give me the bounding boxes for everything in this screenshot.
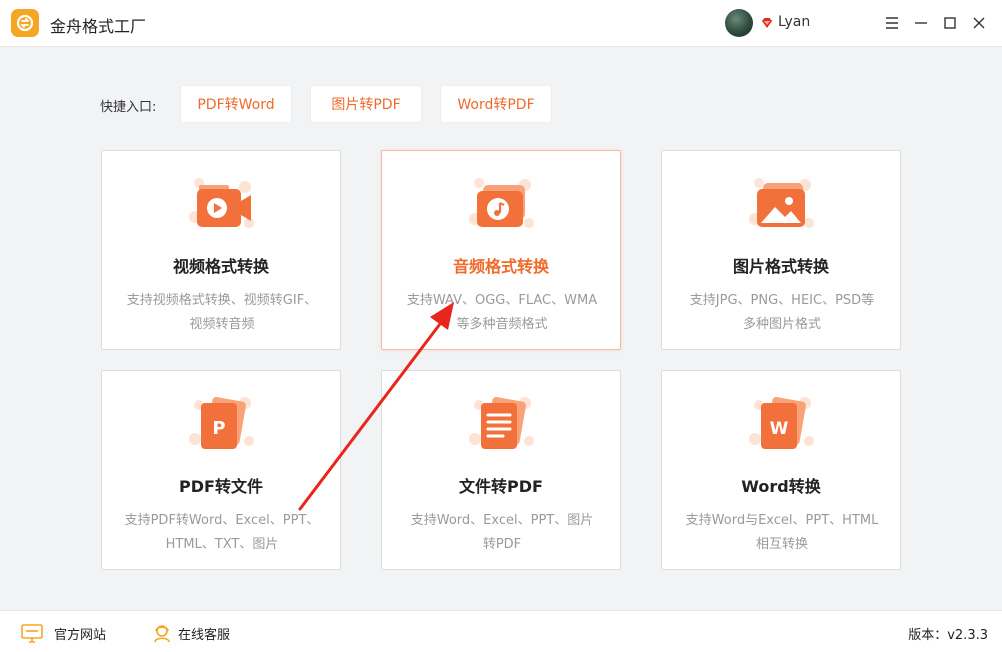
menu-icon[interactable] (883, 14, 901, 32)
svg-text:P: P (212, 418, 225, 439)
video-icon (189, 178, 254, 228)
card-title: 音频格式转换 (452, 257, 549, 276)
monitor-icon (21, 624, 43, 643)
title-bar: 金舟格式工厂 Lyan (0, 0, 1002, 47)
card-title: 图片格式转换 (732, 257, 829, 276)
close-icon[interactable] (970, 14, 988, 32)
support-agent-icon (154, 625, 170, 643)
card-video-convert[interactable]: 视频格式转换 支持视频格式转换、视频转GIF、 视频转音频 (101, 150, 341, 350)
image-icon (749, 178, 814, 228)
online-support-link[interactable]: 在线客服 (152, 623, 230, 643)
document-icon (469, 397, 534, 449)
vip-diamond-icon (762, 18, 772, 28)
card-title: PDF转文件 (179, 477, 263, 496)
card-file-to-pdf[interactable]: 文件转PDF 支持Word、Excel、PPT、图片 转PDF (381, 370, 621, 570)
pdf-icon: P (189, 397, 254, 449)
app-title: 金舟格式工厂 (50, 17, 147, 36)
svg-text:W: W (770, 419, 789, 439)
shortcut-image-to-pdf-button[interactable]: 图片转PDF (311, 86, 421, 122)
card-audio-convert[interactable]: 音频格式转换 支持WAV、OGG、FLAC、WMA 等多种音频格式 (381, 150, 621, 350)
username[interactable]: Lyan (778, 14, 810, 30)
shortcut-pdf-to-word-button[interactable]: PDF转Word (181, 86, 291, 122)
card-title: Word转换 (741, 477, 821, 496)
audio-icon (469, 178, 534, 228)
official-website-link[interactable]: 官方网站 (20, 623, 106, 643)
card-pdf-to-file[interactable]: P PDF转文件 支持PDF转Word、Excel、PPT、 HTML、TXT、图… (101, 370, 341, 570)
card-description: 支持Word与Excel、PPT、HTML 相互转换 (685, 513, 879, 552)
footer-bar: 官方网站 在线客服 版本：v2.3.3 (0, 610, 1002, 652)
app-logo-icon (11, 9, 39, 37)
card-title: 视频格式转换 (172, 257, 269, 276)
card-image-convert[interactable]: 图片格式转换 支持JPG、PNG、HEIC、PSD等 多种图片格式 (661, 150, 901, 350)
avatar[interactable] (725, 9, 753, 37)
card-description: 支持JPG、PNG、HEIC、PSD等 多种图片格式 (689, 293, 875, 332)
card-description: 支持视频格式转换、视频转GIF、 视频转音频 (126, 293, 318, 332)
card-description: 支持WAV、OGG、FLAC、WMA 等多种音频格式 (406, 293, 598, 332)
word-icon: W (749, 397, 814, 449)
card-description: 支持PDF转Word、Excel、PPT、 HTML、TXT、图片 (124, 513, 320, 552)
shortcut-label: 快捷入口: (100, 100, 157, 115)
maximize-icon[interactable] (941, 14, 959, 32)
official-website-label: 官方网站 (54, 627, 107, 643)
card-title: 文件转PDF (459, 477, 543, 496)
shortcut-word-to-pdf-button[interactable]: Word转PDF (441, 86, 551, 122)
card-description: 支持Word、Excel、PPT、图片 转PDF (410, 513, 594, 552)
online-support-label: 在线客服 (178, 627, 231, 643)
minimize-icon[interactable] (912, 14, 930, 32)
version-label: 版本：v2.3.3 (908, 628, 988, 643)
card-word-convert[interactable]: W Word转换 支持Word与Excel、PPT、HTML 相互转换 (661, 370, 901, 570)
